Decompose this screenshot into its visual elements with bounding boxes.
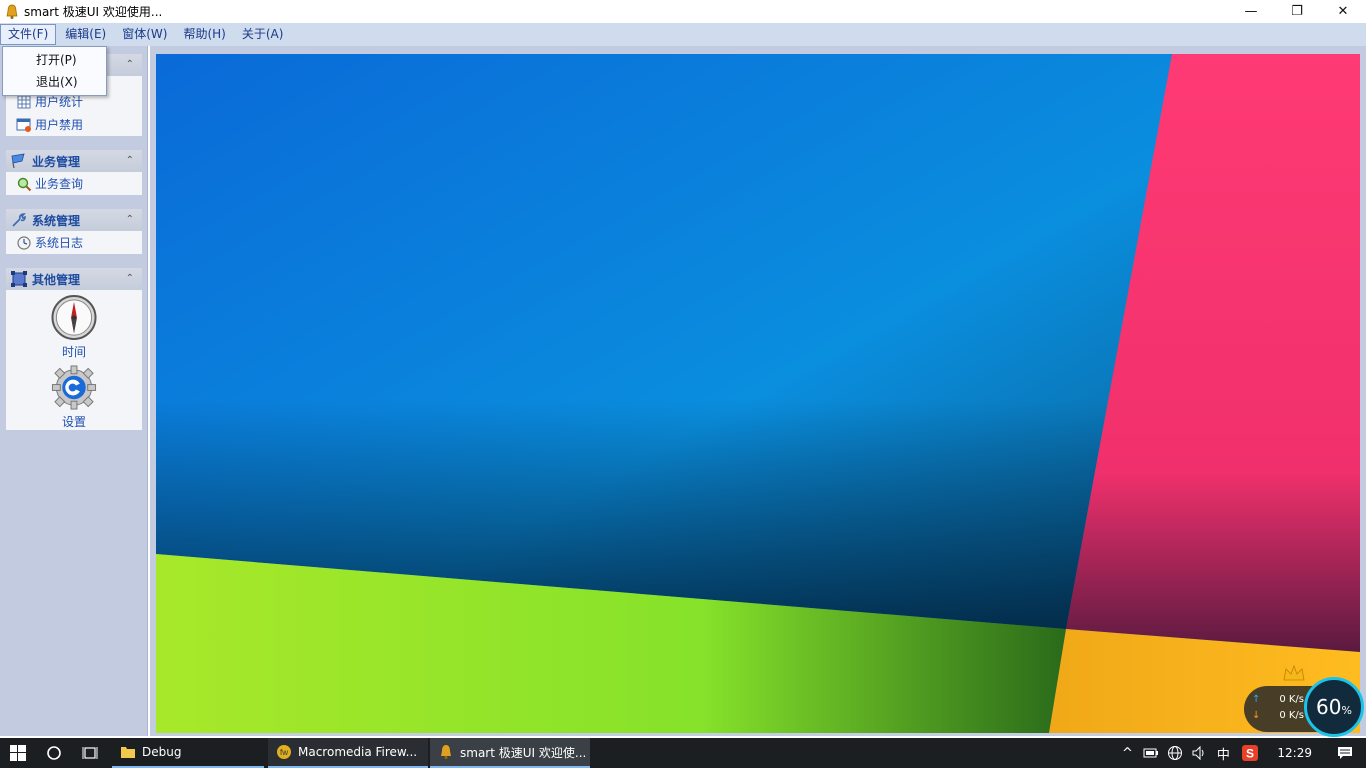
nav-item-business-query[interactable]: 业务查询 <box>6 172 142 195</box>
menu-item-exit[interactable]: 退出(X) <box>3 71 106 93</box>
nav-group-business: 业务管理 ⌃ 业务查询 <box>6 150 142 195</box>
nav-group-header[interactable]: 业务管理 ⌃ <box>6 150 142 172</box>
search-button[interactable] <box>36 738 72 768</box>
nav-item-time[interactable]: 时间 <box>6 290 142 360</box>
taskbar-item-debug[interactable]: Debug <box>112 738 264 768</box>
clock-icon <box>17 235 31 250</box>
sogou-ime-icon[interactable]: S <box>1235 738 1265 768</box>
nav-item-label: 系统日志 <box>35 236 84 250</box>
windows-logo-icon <box>10 745 26 761</box>
nav-group-system: 系统管理 ⌃ 系统日志 <box>6 209 142 254</box>
wrench-icon <box>12 213 26 227</box>
maximize-button[interactable]: ❐ <box>1274 0 1320 23</box>
nav-item-label: 时间 <box>61 345 86 359</box>
gear-icon <box>51 365 97 410</box>
window-title: smart 极速UI 欢迎使用... <box>24 5 163 19</box>
collapse-icon[interactable]: ⌃ <box>126 272 134 286</box>
taskbar-item-label: smart 极速UI 欢迎使... <box>460 745 587 760</box>
compass-icon <box>51 294 97 341</box>
menu-file[interactable]: 文件(F) <box>0 24 57 45</box>
menu-item-open[interactable]: 打开(P) <box>3 49 106 71</box>
menu-bar: 文件(F) 编辑(E) 窗体(W) 帮助(H) 关于(A) <box>0 23 1366 46</box>
close-button[interactable]: ✕ <box>1320 0 1366 23</box>
nav-item-settings[interactable]: 设置 <box>6 360 142 430</box>
volume-icon[interactable] <box>1187 738 1211 768</box>
menu-edit[interactable]: 编辑(E) <box>58 24 113 45</box>
tray-expand-icon[interactable]: ^ <box>1115 738 1139 768</box>
download-speed: ↓ 0 K/s <box>1252 710 1304 721</box>
svg-text:S: S <box>1246 747 1254 761</box>
taskbar-item-fireworks[interactable]: fw Macromedia Firew... <box>268 738 428 768</box>
nav-item-label: 设置 <box>61 415 86 429</box>
download-value: 0 K/s <box>1279 710 1304 721</box>
task-view-icon <box>82 747 98 759</box>
nav-group-title: 其他管理 <box>32 272 81 287</box>
folder-icon <box>121 747 135 758</box>
taskbar: Debug fw Macromedia Firew... smart 极速UI … <box>0 738 1366 768</box>
nav-group-other: 其他管理 ⌃ 时间 设置 <box>6 268 142 430</box>
gauge-percent: 60 <box>1316 695 1342 719</box>
nav-item-system-log[interactable]: 系统日志 <box>6 231 142 254</box>
frame-icon <box>11 271 27 287</box>
memory-gauge[interactable]: 60% <box>1304 677 1364 737</box>
fireworks-app-icon: fw <box>277 745 291 759</box>
taskbar-item-label: Debug <box>142 745 182 759</box>
bell-icon <box>441 745 451 759</box>
nav-group-title: 系统管理 <box>32 213 81 228</box>
file-menu-dropdown: 打开(P) 退出(X) <box>2 46 107 96</box>
nav-group-header[interactable]: 其他管理 ⌃ <box>6 268 142 290</box>
vip-crown-icon <box>1283 664 1305 681</box>
menu-help[interactable]: 帮助(H) <box>176 24 232 45</box>
upload-arrow-icon: ↑ <box>1252 694 1261 705</box>
minimize-button[interactable]: — <box>1228 0 1274 23</box>
upload-value: 0 K/s <box>1279 694 1304 705</box>
nav-group-header[interactable]: 系统管理 ⌃ <box>6 209 142 231</box>
nav-item-user-ban[interactable]: 用户禁用 <box>6 113 142 136</box>
nav-item-label: 用户禁用 <box>35 118 84 132</box>
window-ban-icon <box>16 118 31 132</box>
nav-group-title: 业务管理 <box>32 154 81 169</box>
battery-icon[interactable] <box>1139 738 1163 768</box>
collapse-icon[interactable]: ⌃ <box>126 213 134 227</box>
menu-about[interactable]: 关于(A) <box>235 24 291 45</box>
nav-panel: ⌃ 用户统计 用户禁用 业务管理 ⌃ 业务查询 系统管理 ⌃ 系统日志 其他管理… <box>0 46 148 736</box>
start-button[interactable] <box>0 738 36 768</box>
download-arrow-icon: ↓ <box>1252 710 1261 721</box>
taskbar-item-smart[interactable]: smart 极速UI 欢迎使... <box>430 738 590 768</box>
cortana-circle-icon <box>47 746 61 760</box>
ime-indicator[interactable]: 中 <box>1211 738 1235 768</box>
task-view-button[interactable] <box>72 738 108 768</box>
menu-window[interactable]: 窗体(W) <box>115 24 174 45</box>
nav-item-label: 业务查询 <box>35 177 84 191</box>
title-bar: smart 极速UI 欢迎使用... — ❐ ✕ <box>0 0 1366 23</box>
wallpaper-image <box>156 54 1360 733</box>
taskbar-item-label: Macromedia Firew... <box>298 745 418 759</box>
upload-speed: ↑ 0 K/s <box>1252 694 1304 705</box>
search-icon <box>17 177 32 191</box>
collapse-icon[interactable]: ⌃ <box>126 154 134 168</box>
collapse-icon[interactable]: ⌃ <box>126 58 134 72</box>
gauge-unit: % <box>1341 703 1352 717</box>
window-controls: — ❐ ✕ <box>1228 0 1366 23</box>
notification-center-icon[interactable] <box>1324 738 1366 768</box>
system-tray: ^ 中 S 12:29 <box>1115 738 1366 768</box>
flag-icon <box>11 153 25 169</box>
network-globe-icon[interactable] <box>1163 738 1187 768</box>
bell-icon <box>6 4 18 19</box>
svg-text:fw: fw <box>280 748 288 757</box>
taskbar-clock[interactable]: 12:29 <box>1265 746 1324 760</box>
